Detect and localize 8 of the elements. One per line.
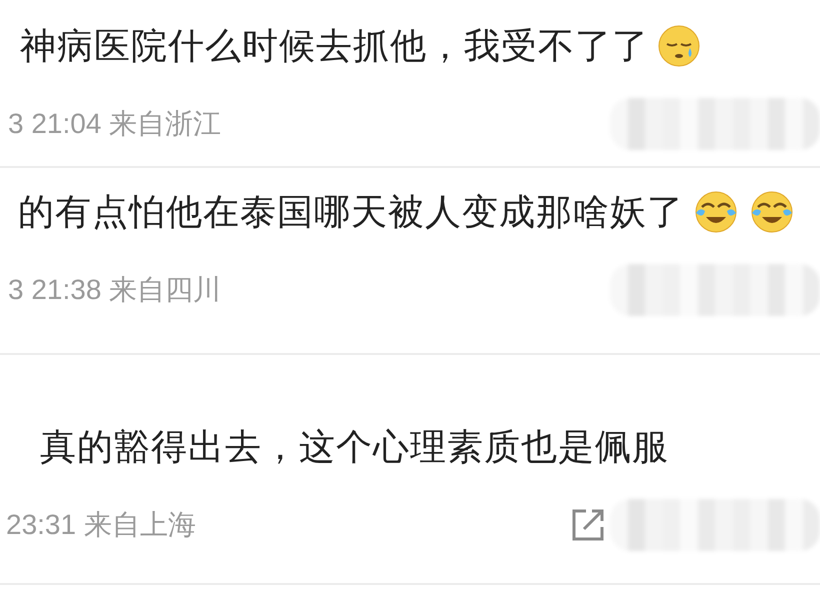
comment-text: 神病医院什么时候去抓他，我受不了了	[20, 24, 649, 68]
comment-meta: 3 21:04 来自浙江	[8, 107, 222, 141]
comment-meta: 3 21:38 来自四川	[8, 273, 222, 307]
comment-text: 真的豁得出去，这个心理素质也是佩服	[40, 425, 669, 469]
comment-text: 的有点怕他在泰国哪天被人变成那啥妖了	[18, 190, 684, 234]
share-icon[interactable]	[570, 507, 606, 543]
comment-meta: 23:31 来自上海	[6, 508, 196, 542]
sleepy-face-icon	[657, 24, 701, 68]
